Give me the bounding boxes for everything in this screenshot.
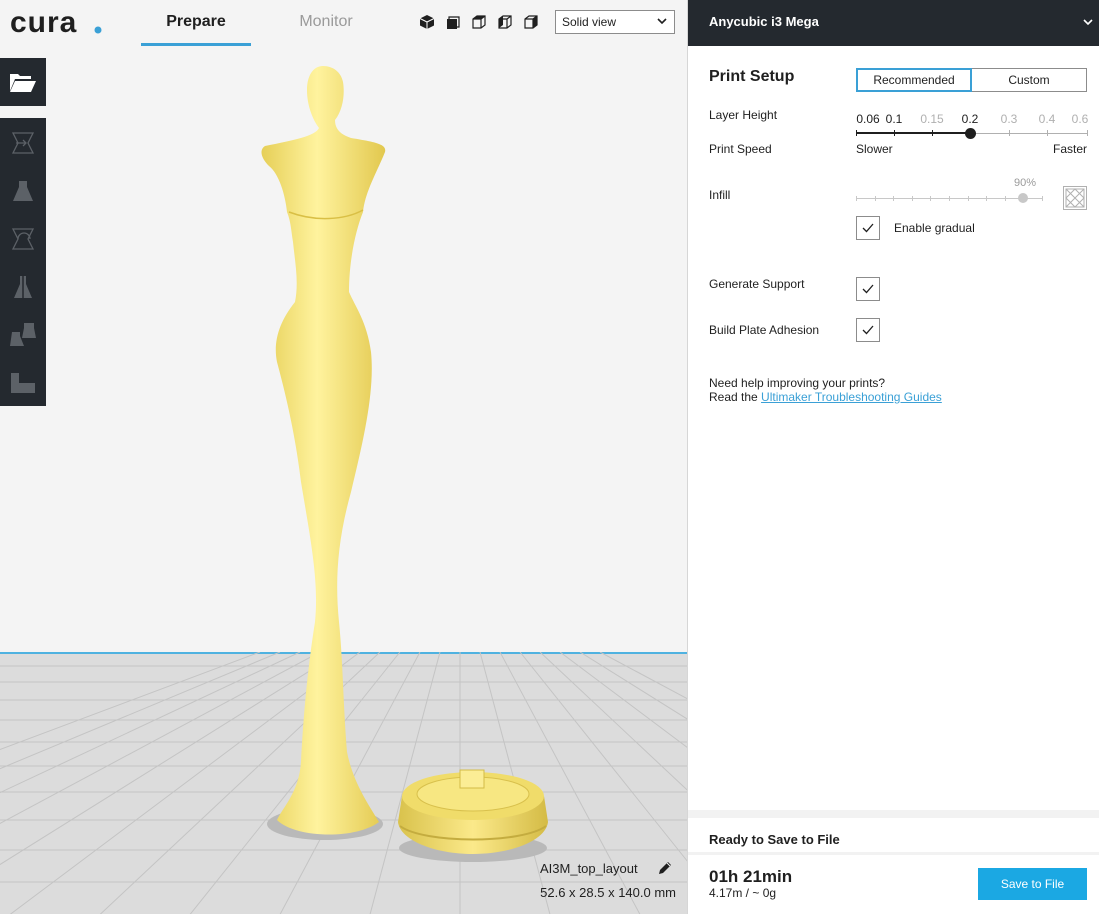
infill-percentage: 90% bbox=[1013, 177, 1037, 189]
view-mode-value: Solid view bbox=[562, 15, 617, 29]
slider-tick bbox=[856, 130, 857, 136]
infill-grid-icon bbox=[1065, 188, 1085, 208]
material-usage: 4.17m / ~ 0g bbox=[709, 886, 777, 900]
tab-monitor[interactable]: Monitor bbox=[271, 0, 381, 46]
cura-logo: cura bbox=[10, 6, 102, 39]
top-view-icon[interactable] bbox=[471, 14, 487, 30]
slider-tick bbox=[874, 196, 876, 201]
front-view-icon[interactable] bbox=[445, 14, 461, 30]
mirror-tool-button[interactable] bbox=[8, 272, 38, 302]
3d-viewport[interactable]: cura Prepare Monitor Solid view AI3M_top… bbox=[0, 0, 687, 914]
pencil-icon[interactable] bbox=[657, 860, 673, 876]
open-file-button[interactable] bbox=[0, 58, 46, 106]
sidebar: Anycubic i3 Mega Print Setup Recommended… bbox=[687, 0, 1099, 914]
layer-height-option[interactable]: 0.06 bbox=[856, 112, 879, 126]
infill-slider-handle[interactable] bbox=[1018, 193, 1028, 203]
slider-tick bbox=[967, 196, 969, 201]
help-read-text: Read the bbox=[709, 390, 758, 404]
enable-gradual-label: Enable gradual bbox=[894, 221, 975, 235]
per-model-settings-button[interactable] bbox=[8, 320, 38, 350]
model-base-cap[interactable] bbox=[394, 764, 552, 864]
recommended-mode-button[interactable]: Recommended bbox=[856, 68, 972, 92]
print-speed-slow-label: Slower bbox=[856, 142, 893, 156]
layer-height-option[interactable]: 0.15 bbox=[920, 112, 943, 126]
layer-height-option[interactable]: 0.2 bbox=[962, 112, 979, 126]
generate-support-checkbox[interactable] bbox=[856, 277, 880, 301]
3d-view-icon[interactable] bbox=[419, 14, 435, 30]
infill-label: Infill bbox=[709, 188, 731, 202]
tool-panel bbox=[0, 118, 46, 406]
view-mode-dropdown[interactable]: Solid view bbox=[555, 10, 675, 34]
check-icon bbox=[862, 325, 874, 335]
slider-tick bbox=[949, 196, 950, 201]
support-blocker-icon bbox=[11, 373, 35, 393]
slider-tick bbox=[856, 196, 857, 201]
left-view-icon[interactable] bbox=[497, 14, 513, 30]
print-time: 01h 21min bbox=[709, 867, 793, 886]
infill-pattern-preview bbox=[1063, 186, 1087, 210]
layer-height-label: Layer Height bbox=[709, 108, 778, 122]
print-speed-fast-label: Faster bbox=[1052, 142, 1087, 156]
layer-height-option[interactable]: 0.1 bbox=[886, 112, 903, 126]
layer-height-slider-fill bbox=[856, 132, 970, 134]
layer-height-option[interactable]: 0.6 bbox=[1072, 112, 1089, 126]
rotate-tool-button[interactable] bbox=[8, 224, 38, 254]
rotate-tool-icon bbox=[11, 228, 35, 250]
generate-support-label: Generate Support bbox=[709, 277, 805, 291]
object-dimensions: 52.6 x 28.5 x 140.0 mm bbox=[540, 885, 676, 900]
help-read-line: Read the Ultimaker Troubleshooting Guide… bbox=[709, 390, 942, 404]
slider-tick bbox=[1004, 196, 1006, 201]
check-icon bbox=[862, 284, 874, 294]
divider bbox=[688, 852, 1099, 855]
slider-tick bbox=[986, 196, 988, 201]
chevron-down-icon bbox=[657, 18, 667, 25]
object-name: AI3M_top_layout bbox=[540, 861, 638, 876]
folder-open-icon bbox=[10, 74, 36, 92]
enable-gradual-checkbox[interactable] bbox=[856, 216, 880, 240]
layer-height-option[interactable]: 0.4 bbox=[1039, 112, 1056, 126]
slider-tick bbox=[1009, 130, 1010, 136]
per-model-settings-icon bbox=[10, 323, 36, 346]
check-icon bbox=[862, 223, 874, 233]
slider-tick bbox=[1042, 196, 1043, 201]
scale-tool-icon bbox=[13, 181, 33, 201]
slider-tick bbox=[911, 196, 913, 201]
chevron-down-icon bbox=[1083, 19, 1093, 26]
slider-tick bbox=[1047, 130, 1048, 136]
model-figurine[interactable] bbox=[255, 62, 395, 854]
slider-tick bbox=[894, 130, 895, 136]
build-plate-adhesion-checkbox[interactable] bbox=[856, 318, 880, 342]
move-tool-button[interactable] bbox=[8, 128, 38, 158]
divider bbox=[688, 810, 1099, 818]
scale-tool-button[interactable] bbox=[8, 176, 38, 206]
custom-mode-button[interactable]: Custom bbox=[972, 68, 1087, 92]
mirror-tool-icon bbox=[14, 274, 32, 300]
slider-tick bbox=[1087, 130, 1088, 136]
build-plate-adhesion-label: Build Plate Adhesion bbox=[709, 323, 820, 337]
print-speed-label: Print Speed bbox=[709, 142, 772, 156]
print-setup-title: Print Setup bbox=[709, 68, 795, 85]
layer-height-values: 0.06 0.1 0.15 0.2 0.3 0.4 0.6 bbox=[856, 112, 1092, 126]
support-blocker-button[interactable] bbox=[8, 368, 38, 398]
job-status: Ready to Save to File bbox=[709, 832, 840, 847]
troubleshooting-guides-link[interactable]: Ultimaker Troubleshooting Guides bbox=[761, 390, 942, 404]
right-view-icon[interactable] bbox=[523, 14, 539, 30]
tab-prepare[interactable]: Prepare bbox=[141, 0, 251, 46]
slider-tick bbox=[932, 130, 933, 136]
slider-tick bbox=[893, 196, 895, 201]
layer-height-slider-handle[interactable] bbox=[965, 128, 976, 139]
move-tool-icon bbox=[11, 132, 35, 154]
machine-selector[interactable]: Anycubic i3 Mega bbox=[688, 0, 1099, 46]
help-text: Need help improving your prints? bbox=[709, 376, 886, 390]
camera-view-buttons bbox=[419, 14, 539, 30]
svg-text:cura: cura bbox=[10, 6, 77, 39]
machine-name: Anycubic i3 Mega bbox=[709, 14, 819, 29]
layer-height-option[interactable]: 0.3 bbox=[1001, 112, 1018, 126]
save-to-file-button[interactable]: Save to File bbox=[978, 868, 1087, 900]
slider-tick bbox=[930, 196, 932, 201]
